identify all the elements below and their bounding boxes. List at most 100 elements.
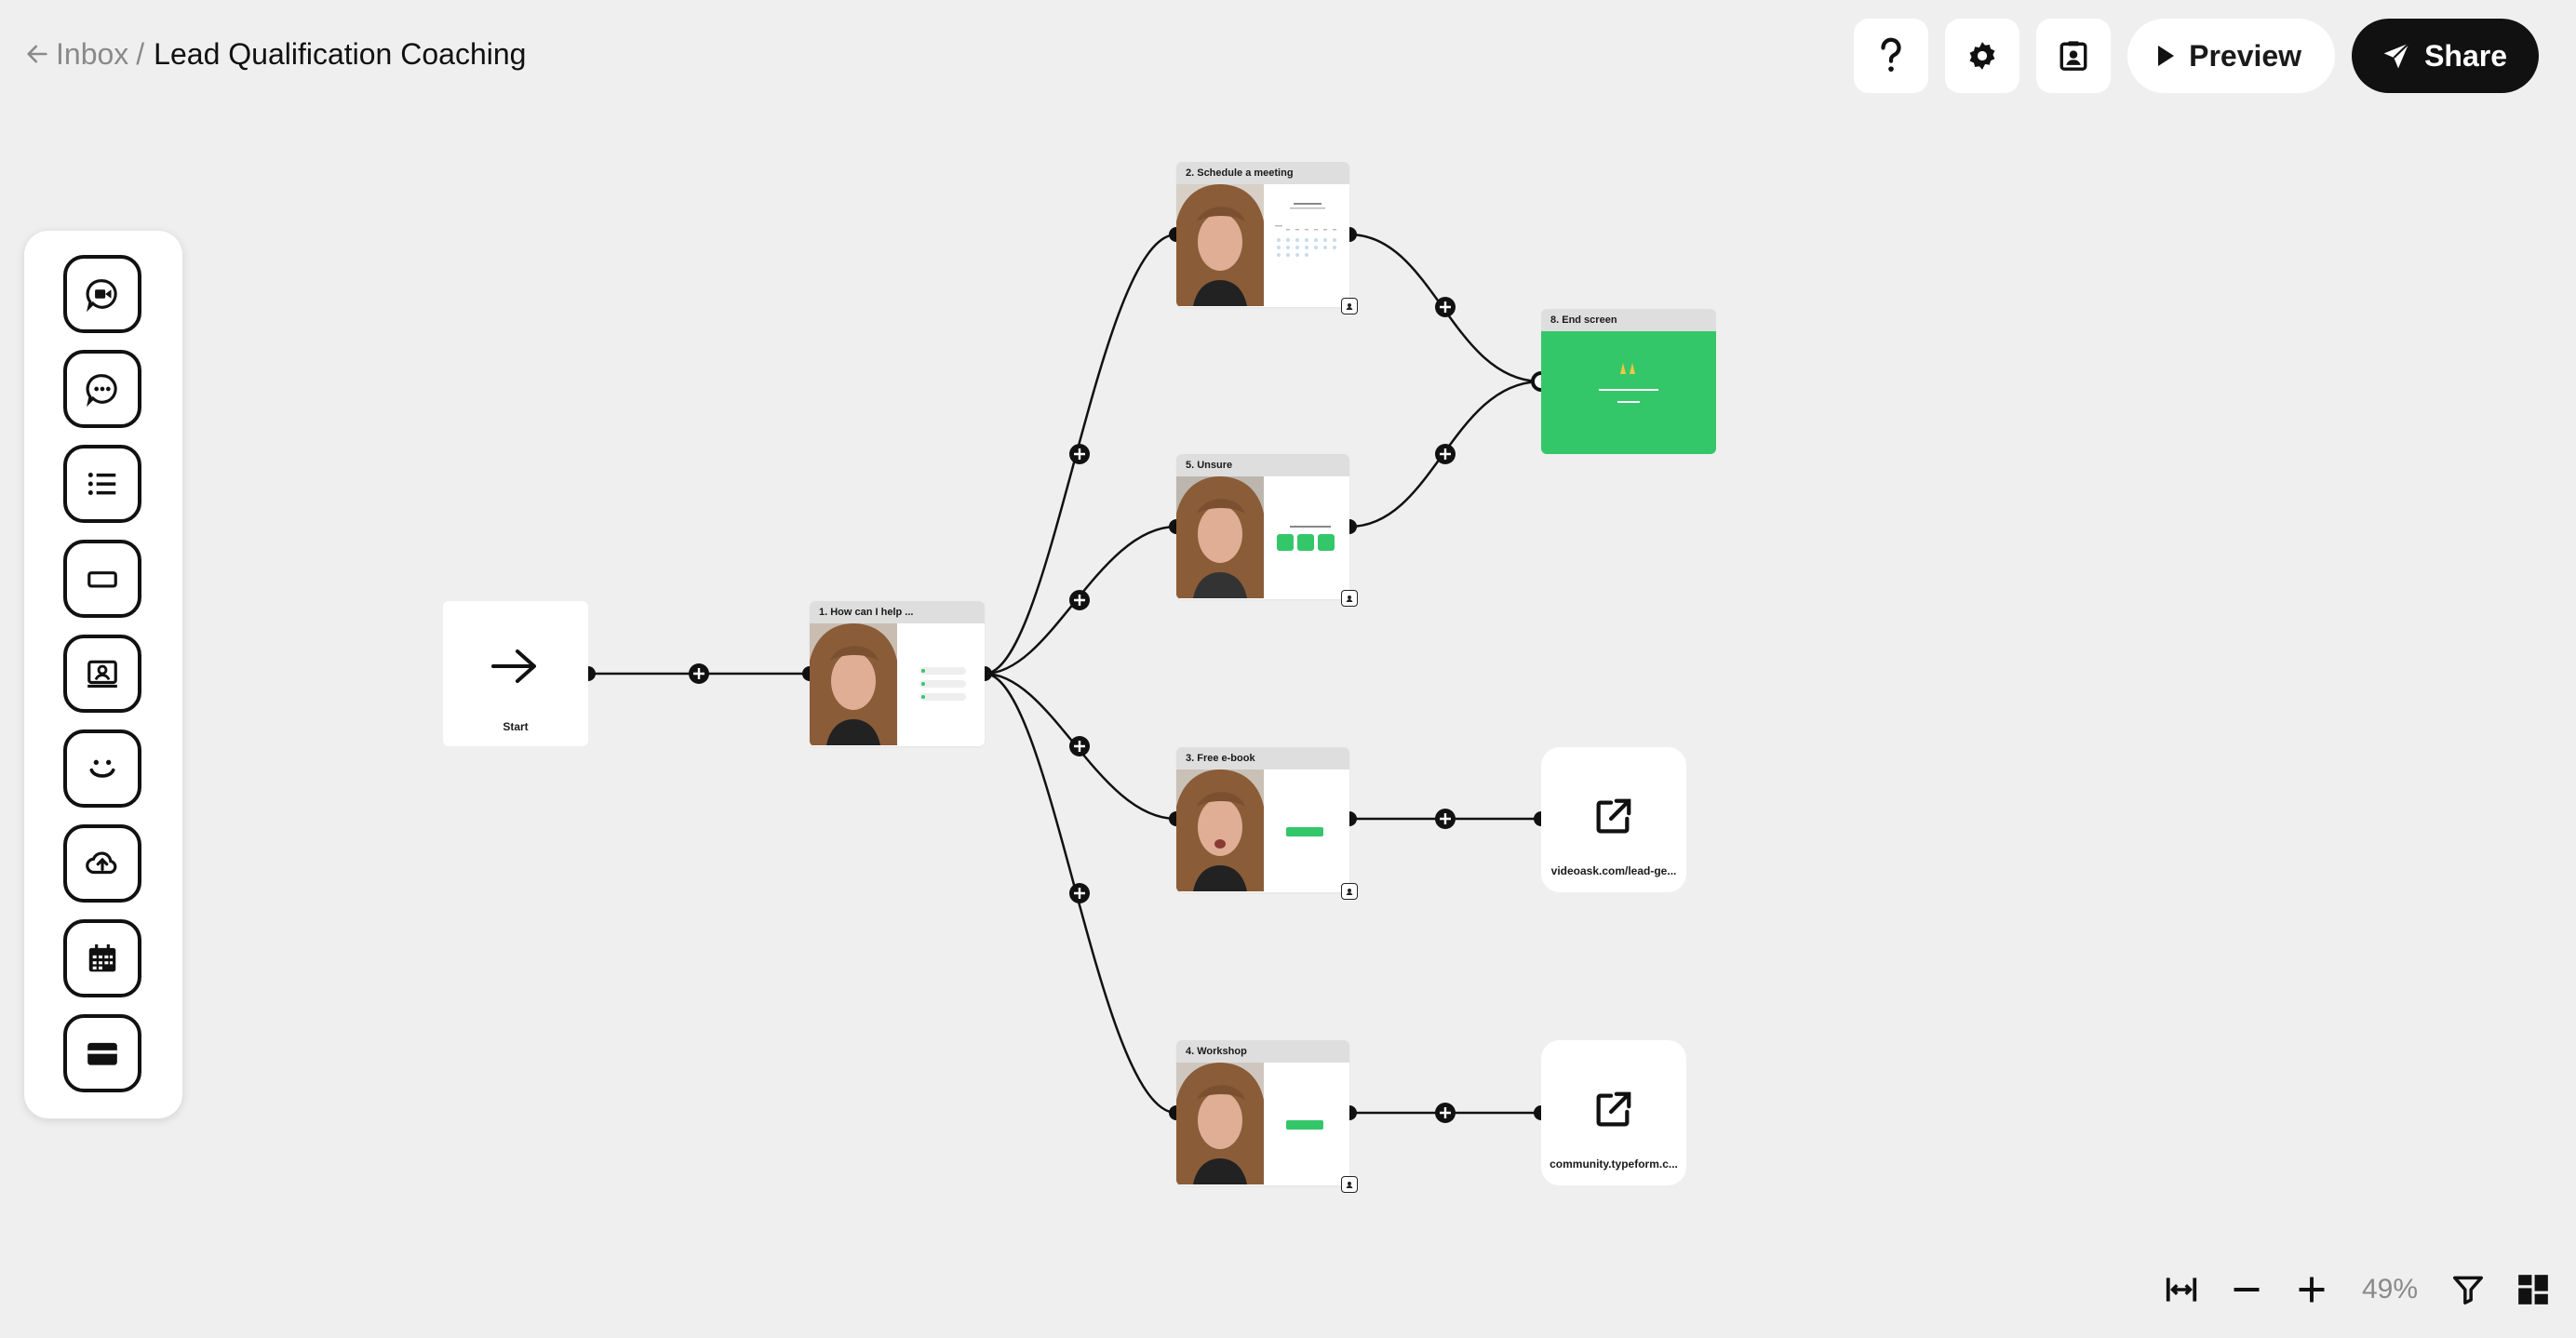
redirect-node-workshop[interactable]: community.typeform.c... — [1541, 1040, 1686, 1185]
calendar-tool[interactable] — [63, 919, 141, 997]
video-question-tool[interactable] — [63, 255, 141, 333]
add-step-icon[interactable] — [1435, 809, 1456, 829]
add-step-icon[interactable] — [1435, 1103, 1456, 1123]
end-screen-preview — [1541, 331, 1716, 454]
nps-tool[interactable] — [63, 729, 141, 808]
node-title: 2. Schedule a meeting — [1176, 162, 1349, 184]
redirect-url: videoask.com/lead-ge... — [1550, 864, 1677, 877]
cta-button-preview — [1286, 827, 1323, 836]
nps-icon — [89, 759, 115, 778]
response-audio-option — [1297, 534, 1314, 551]
minus-icon — [2234, 1288, 2260, 1291]
external-link-icon — [1596, 1091, 1631, 1127]
end-title-line — [1599, 389, 1658, 391]
node-title: 4. Workshop — [1176, 1040, 1349, 1063]
chat-question-icon — [86, 374, 117, 407]
button-icon — [87, 571, 117, 588]
page-title[interactable]: Lead Qualification Coaching — [154, 37, 526, 72]
contact-card-icon[interactable] — [1341, 1176, 1358, 1193]
choice-bar — [919, 667, 966, 675]
video-thumbnail — [810, 623, 897, 745]
settings-button[interactable] — [1945, 19, 2020, 93]
external-link-icon — [1596, 798, 1631, 834]
video-thumbnail — [1176, 476, 1264, 598]
add-step-icon[interactable] — [1069, 444, 1090, 464]
response-text-option — [1318, 534, 1335, 551]
video-thumbnail — [1176, 1063, 1264, 1184]
breadcrumb: Inbox / Lead Qualification Coaching — [24, 33, 526, 74]
node-8-end-screen[interactable]: 8. End screen — [1541, 309, 1716, 454]
grid-layout-icon — [2518, 1275, 2548, 1305]
contact-card-icon — [2059, 41, 2087, 71]
breadcrumb-separator: / — [136, 36, 145, 71]
contact-card-icon[interactable] — [1341, 590, 1358, 607]
choice-bar — [919, 680, 966, 688]
layout-toggle-button[interactable] — [2515, 1271, 2552, 1308]
top-actions: Preview Share — [1854, 19, 2539, 93]
zoom-in-button[interactable] — [2293, 1271, 2330, 1308]
share-button[interactable]: Share — [2352, 19, 2539, 93]
node-title: 5. Unsure — [1176, 454, 1349, 476]
node-title: 3. Free e-book — [1176, 747, 1349, 769]
choice-bar — [919, 693, 966, 701]
response-video-option — [1277, 534, 1294, 551]
help-icon — [1881, 37, 1901, 72]
canvas-controls: 49% — [2163, 1262, 2552, 1318]
video-thumbnail — [1176, 184, 1264, 306]
node-5-unsure[interactable]: 5. Unsure — [1176, 454, 1349, 599]
start-label: Start — [503, 720, 529, 733]
add-step-icon[interactable] — [1069, 590, 1090, 610]
multiple-choice-tool[interactable] — [63, 445, 141, 523]
payment-icon — [87, 1042, 117, 1065]
plus-icon — [2299, 1277, 2325, 1303]
redirect-url: community.typeform.c... — [1550, 1157, 1678, 1171]
help-button[interactable] — [1854, 19, 1929, 93]
node-2-schedule-meeting[interactable]: 2. Schedule a meeting — [1176, 162, 1349, 307]
cta-button-preview — [1286, 1120, 1323, 1130]
question-type-toolbox — [24, 231, 182, 1118]
preview-button[interactable]: Preview — [2127, 19, 2336, 93]
contact-card-button[interactable] — [2036, 19, 2112, 93]
contact-form-tool[interactable] — [63, 635, 141, 713]
add-step-icon[interactable] — [1069, 736, 1090, 756]
celebrate-icon — [1620, 363, 1635, 374]
button-tool[interactable] — [63, 540, 141, 618]
video-question-icon — [86, 279, 117, 312]
contact-card-icon[interactable] — [1341, 298, 1358, 314]
end-subtitle-line — [1617, 401, 1640, 403]
node-3-free-ebook[interactable]: 3. Free e-book — [1176, 747, 1349, 892]
contact-form-icon — [87, 660, 117, 689]
node-1-how-can-i-help[interactable]: 1. How can I help ... — [810, 601, 985, 746]
add-step-icon[interactable] — [1069, 883, 1090, 903]
calendar-preview — [1275, 203, 1336, 257]
add-step-icon[interactable] — [1435, 297, 1456, 317]
zoom-level: 49% — [2361, 1274, 2418, 1305]
multiple-choice-icon — [87, 472, 116, 496]
settings-icon — [1969, 42, 1995, 70]
fit-to-screen-button[interactable] — [2163, 1271, 2200, 1308]
add-step-icon[interactable] — [689, 663, 709, 684]
contact-card-icon[interactable] — [1341, 883, 1358, 900]
breadcrumb-inbox-link[interactable]: Inbox — [56, 37, 128, 72]
play-icon — [2158, 46, 2175, 66]
node-4-workshop[interactable]: 4. Workshop — [1176, 1040, 1349, 1185]
node-title: 8. End screen — [1541, 309, 1716, 331]
add-step-icon[interactable] — [1435, 444, 1456, 464]
back-arrow-icon[interactable] — [24, 41, 50, 67]
file-upload-tool[interactable] — [63, 824, 141, 903]
payment-tool[interactable] — [63, 1014, 141, 1092]
filter-icon — [2453, 1276, 2483, 1305]
arrow-right-icon — [491, 649, 536, 683]
add-step-buttons — [689, 297, 1456, 1123]
node-title: 1. How can I help ... — [810, 601, 985, 623]
fit-width-icon — [2166, 1278, 2197, 1302]
share-label: Share — [2424, 38, 2507, 73]
redirect-node-ebook[interactable]: videoask.com/lead-ge... — [1541, 747, 1686, 892]
chat-question-tool[interactable] — [63, 350, 141, 428]
file-upload-icon — [86, 851, 117, 875]
filter-button[interactable] — [2449, 1271, 2487, 1308]
prompt-line — [1290, 526, 1331, 528]
start-node[interactable]: Start — [443, 601, 588, 746]
zoom-out-button[interactable] — [2228, 1271, 2265, 1308]
video-thumbnail — [1176, 769, 1264, 891]
